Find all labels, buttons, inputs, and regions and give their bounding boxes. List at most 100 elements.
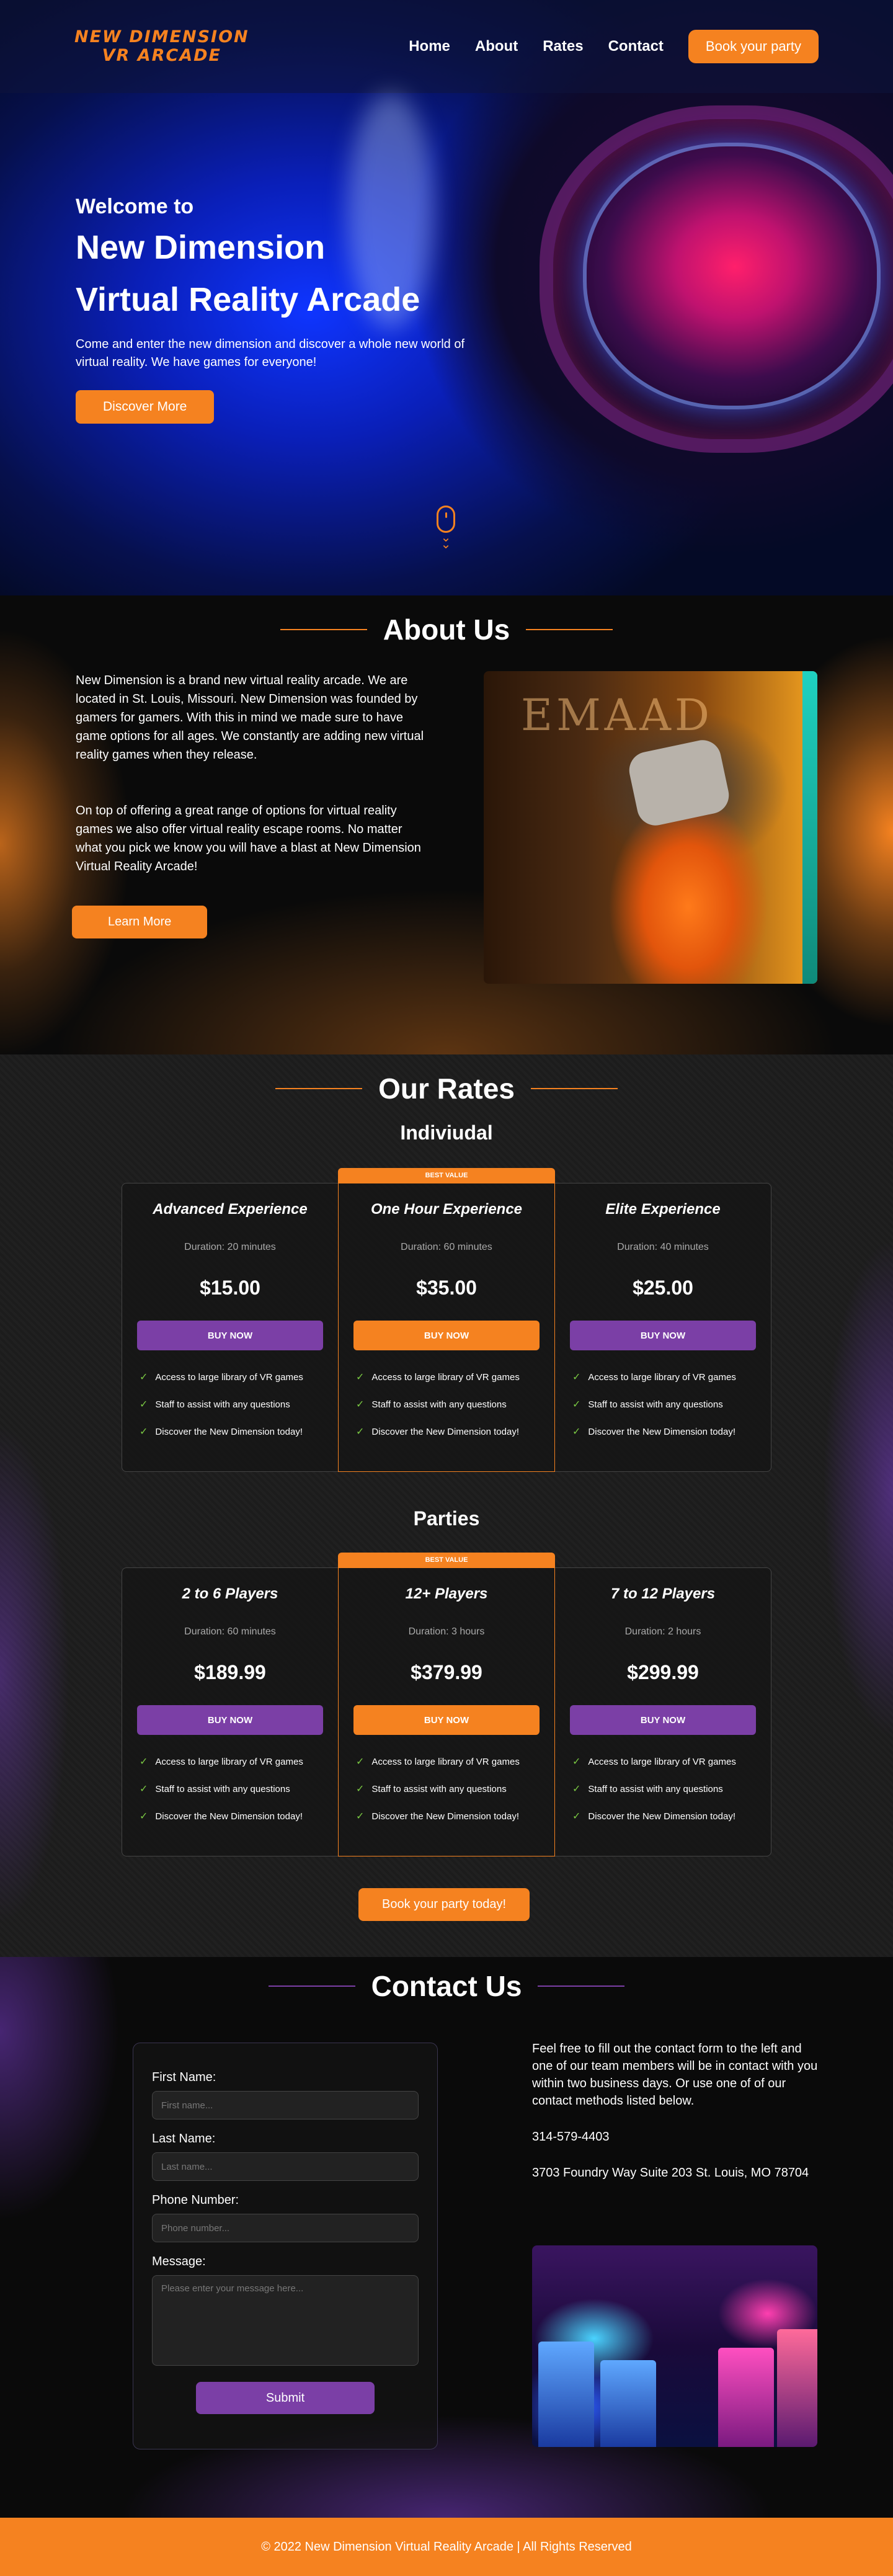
about-title: About Us (383, 613, 510, 646)
feature-item: ✓ Access to large library of VR games (140, 1364, 323, 1391)
feature-text: Discover the New Dimension today! (588, 1811, 736, 1822)
feature-text: Staff to assist with any questions (588, 1399, 723, 1410)
plan-price: $379.99 (411, 1661, 482, 1683)
arcade-machine (600, 2360, 656, 2447)
plan-price: $299.99 (627, 1661, 699, 1683)
buy-now-button[interactable]: BUY NOW (570, 1705, 756, 1735)
feature-text: Access to large library of VR games (371, 1757, 520, 1767)
hero-content: Welcome to New Dimension Virtual Reality… (76, 195, 473, 424)
scroll-mouse-icon[interactable] (437, 506, 455, 533)
nav-home[interactable]: Home (409, 38, 450, 55)
best-value-badge: BEST VALUE (338, 1553, 555, 1568)
feature-item: ✓ Access to large library of VR games (356, 1749, 540, 1776)
contact-section: Contact Us First Name: Last Name: Phone … (0, 1957, 893, 2518)
feature-item: ✓ Discover the New Dimension today! (356, 1803, 540, 1830)
plan-duration: Duration: 3 hours (408, 1626, 485, 1637)
check-icon: ✓ (356, 1427, 365, 1437)
arcade-machine (538, 2342, 594, 2447)
logo-line1: NEW DIMENSION (74, 27, 249, 47)
phone-field[interactable] (152, 2214, 419, 2242)
check-icon: ✓ (140, 1399, 148, 1410)
nav-about[interactable]: About (475, 38, 518, 55)
last-name-label: Last Name: (152, 2132, 216, 2146)
learn-more-button[interactable]: Learn More (72, 906, 208, 938)
hero-title-line2: Virtual Reality Arcade (76, 281, 420, 318)
plan-name: Advanced Experience (153, 1201, 308, 1218)
contact-form: First Name: Last Name: Phone Number: Mes… (133, 2043, 438, 2449)
check-icon: ✓ (572, 1784, 581, 1794)
buy-now-button[interactable]: BUY NOW (353, 1321, 540, 1350)
pricing-card: Advanced Experience Duration: 20 minutes… (122, 1183, 338, 1471)
submit-button[interactable]: Submit (196, 2382, 375, 2414)
hero-title-line1: New Dimension (76, 229, 326, 266)
feature-list: ✓ Access to large library of VR games ✓ St… (137, 1749, 323, 1830)
buy-now-button[interactable]: BUY NOW (353, 1705, 540, 1735)
plan-name: One Hour Experience (370, 1201, 523, 1218)
heading-divider-right (538, 1985, 625, 1987)
rates-heading: Our Rates (0, 1054, 893, 1105)
rates-section: Our Rates Indiviudal Advanced Experience… (0, 1054, 893, 1957)
buy-now-button[interactable]: BUY NOW (137, 1321, 323, 1350)
heading-divider-left (280, 629, 367, 630)
contact-title: Contact Us (371, 1970, 522, 2002)
logo[interactable]: NEW DIMENSION VR ARCADE (74, 28, 249, 65)
check-icon: ✓ (356, 1372, 365, 1383)
arcade-machine (777, 2329, 817, 2447)
feature-item: ✓ Access to large library of VR games (572, 1749, 756, 1776)
about-text: New Dimension is a brand new virtual rea… (76, 671, 429, 876)
individual-heading: Indiviudal (400, 1121, 493, 1144)
arcade-photo (532, 2245, 817, 2447)
hero-image-vr-lens-inner (583, 143, 881, 409)
contact-phone[interactable]: 314-579-4403 (532, 2128, 824, 2146)
discover-more-button[interactable]: Discover More (76, 390, 215, 424)
feature-list: ✓ Access to large library of VR games ✓ St… (137, 1364, 323, 1446)
feature-text: Access to large library of VR games (588, 1372, 736, 1383)
contact-address: 3703 Foundry Way Suite 203 St. Louis, MO… (532, 2166, 809, 2180)
message-label: Message: (152, 2255, 206, 2268)
buy-now-button[interactable]: BUY NOW (137, 1705, 323, 1735)
feature-list: ✓ Access to large library of VR games ✓ St… (353, 1749, 540, 1830)
feature-list: ✓ Access to large library of VR games ✓ St… (353, 1364, 540, 1446)
check-icon: ✓ (572, 1427, 581, 1437)
contact-heading: Contact Us (0, 1957, 893, 2003)
feature-item: ✓ Staff to assist with any questions (572, 1776, 756, 1803)
feature-text: Staff to assist with any questions (371, 1784, 507, 1794)
feature-text: Access to large library of VR games (155, 1757, 303, 1767)
site-header: NEW DIMENSION VR ARCADE Home About Rates… (0, 0, 893, 93)
check-icon: ✓ (356, 1811, 365, 1822)
buy-now-button[interactable]: BUY NOW (570, 1321, 756, 1350)
book-party-button[interactable]: Book your party (688, 30, 819, 63)
first-name-field[interactable] (152, 2091, 419, 2119)
photo-vr-headset (626, 736, 732, 829)
feature-text: Staff to assist with any questions (155, 1399, 290, 1410)
nav-rates[interactable]: Rates (543, 38, 583, 55)
feature-item: ✓ Discover the New Dimension today! (572, 1419, 756, 1446)
feature-text: Discover the New Dimension today! (155, 1811, 303, 1822)
about-photo: EMAAD (484, 671, 817, 984)
plan-price: $15.00 (200, 1277, 260, 1299)
book-party-today-button[interactable]: Book your party today! (358, 1888, 530, 1921)
check-icon: ✓ (356, 1784, 365, 1794)
contact-info: Feel free to fill out the contact form t… (532, 2040, 824, 2182)
pricing-card-featured: BEST VALUE 12+ Players Duration: 3 hours… (338, 1553, 555, 1856)
nav-contact[interactable]: Contact (608, 38, 664, 55)
check-icon: ✓ (140, 1757, 148, 1767)
last-name-field[interactable] (152, 2152, 419, 2181)
feature-item: ✓ Discover the New Dimension today! (356, 1419, 540, 1446)
check-icon: ✓ (572, 1399, 581, 1410)
check-icon: ✓ (572, 1757, 581, 1767)
feature-item: ✓ Staff to assist with any questions (140, 1776, 323, 1803)
plan-duration: Duration: 60 minutes (401, 1242, 492, 1252)
feature-item: ✓ Staff to assist with any questions (140, 1391, 323, 1419)
chevron-double-down-icon[interactable]: ⌄ ⌄ (438, 532, 453, 551)
about-paragraph-1: New Dimension is a brand new virtual rea… (76, 674, 424, 762)
parties-heading: Parties (413, 1507, 480, 1530)
check-icon: ✓ (140, 1811, 148, 1822)
feature-item: ✓ Discover the New Dimension today! (140, 1803, 323, 1830)
plan-name: 7 to 12 Players (610, 1585, 716, 1602)
first-name-label: First Name: (152, 2070, 216, 2084)
plan-name: 2 to 6 Players (182, 1585, 278, 1602)
message-field[interactable] (152, 2275, 419, 2366)
feature-text: Staff to assist with any questions (588, 1784, 723, 1794)
about-section: About Us New Dimension is a brand new vi… (0, 595, 893, 1054)
